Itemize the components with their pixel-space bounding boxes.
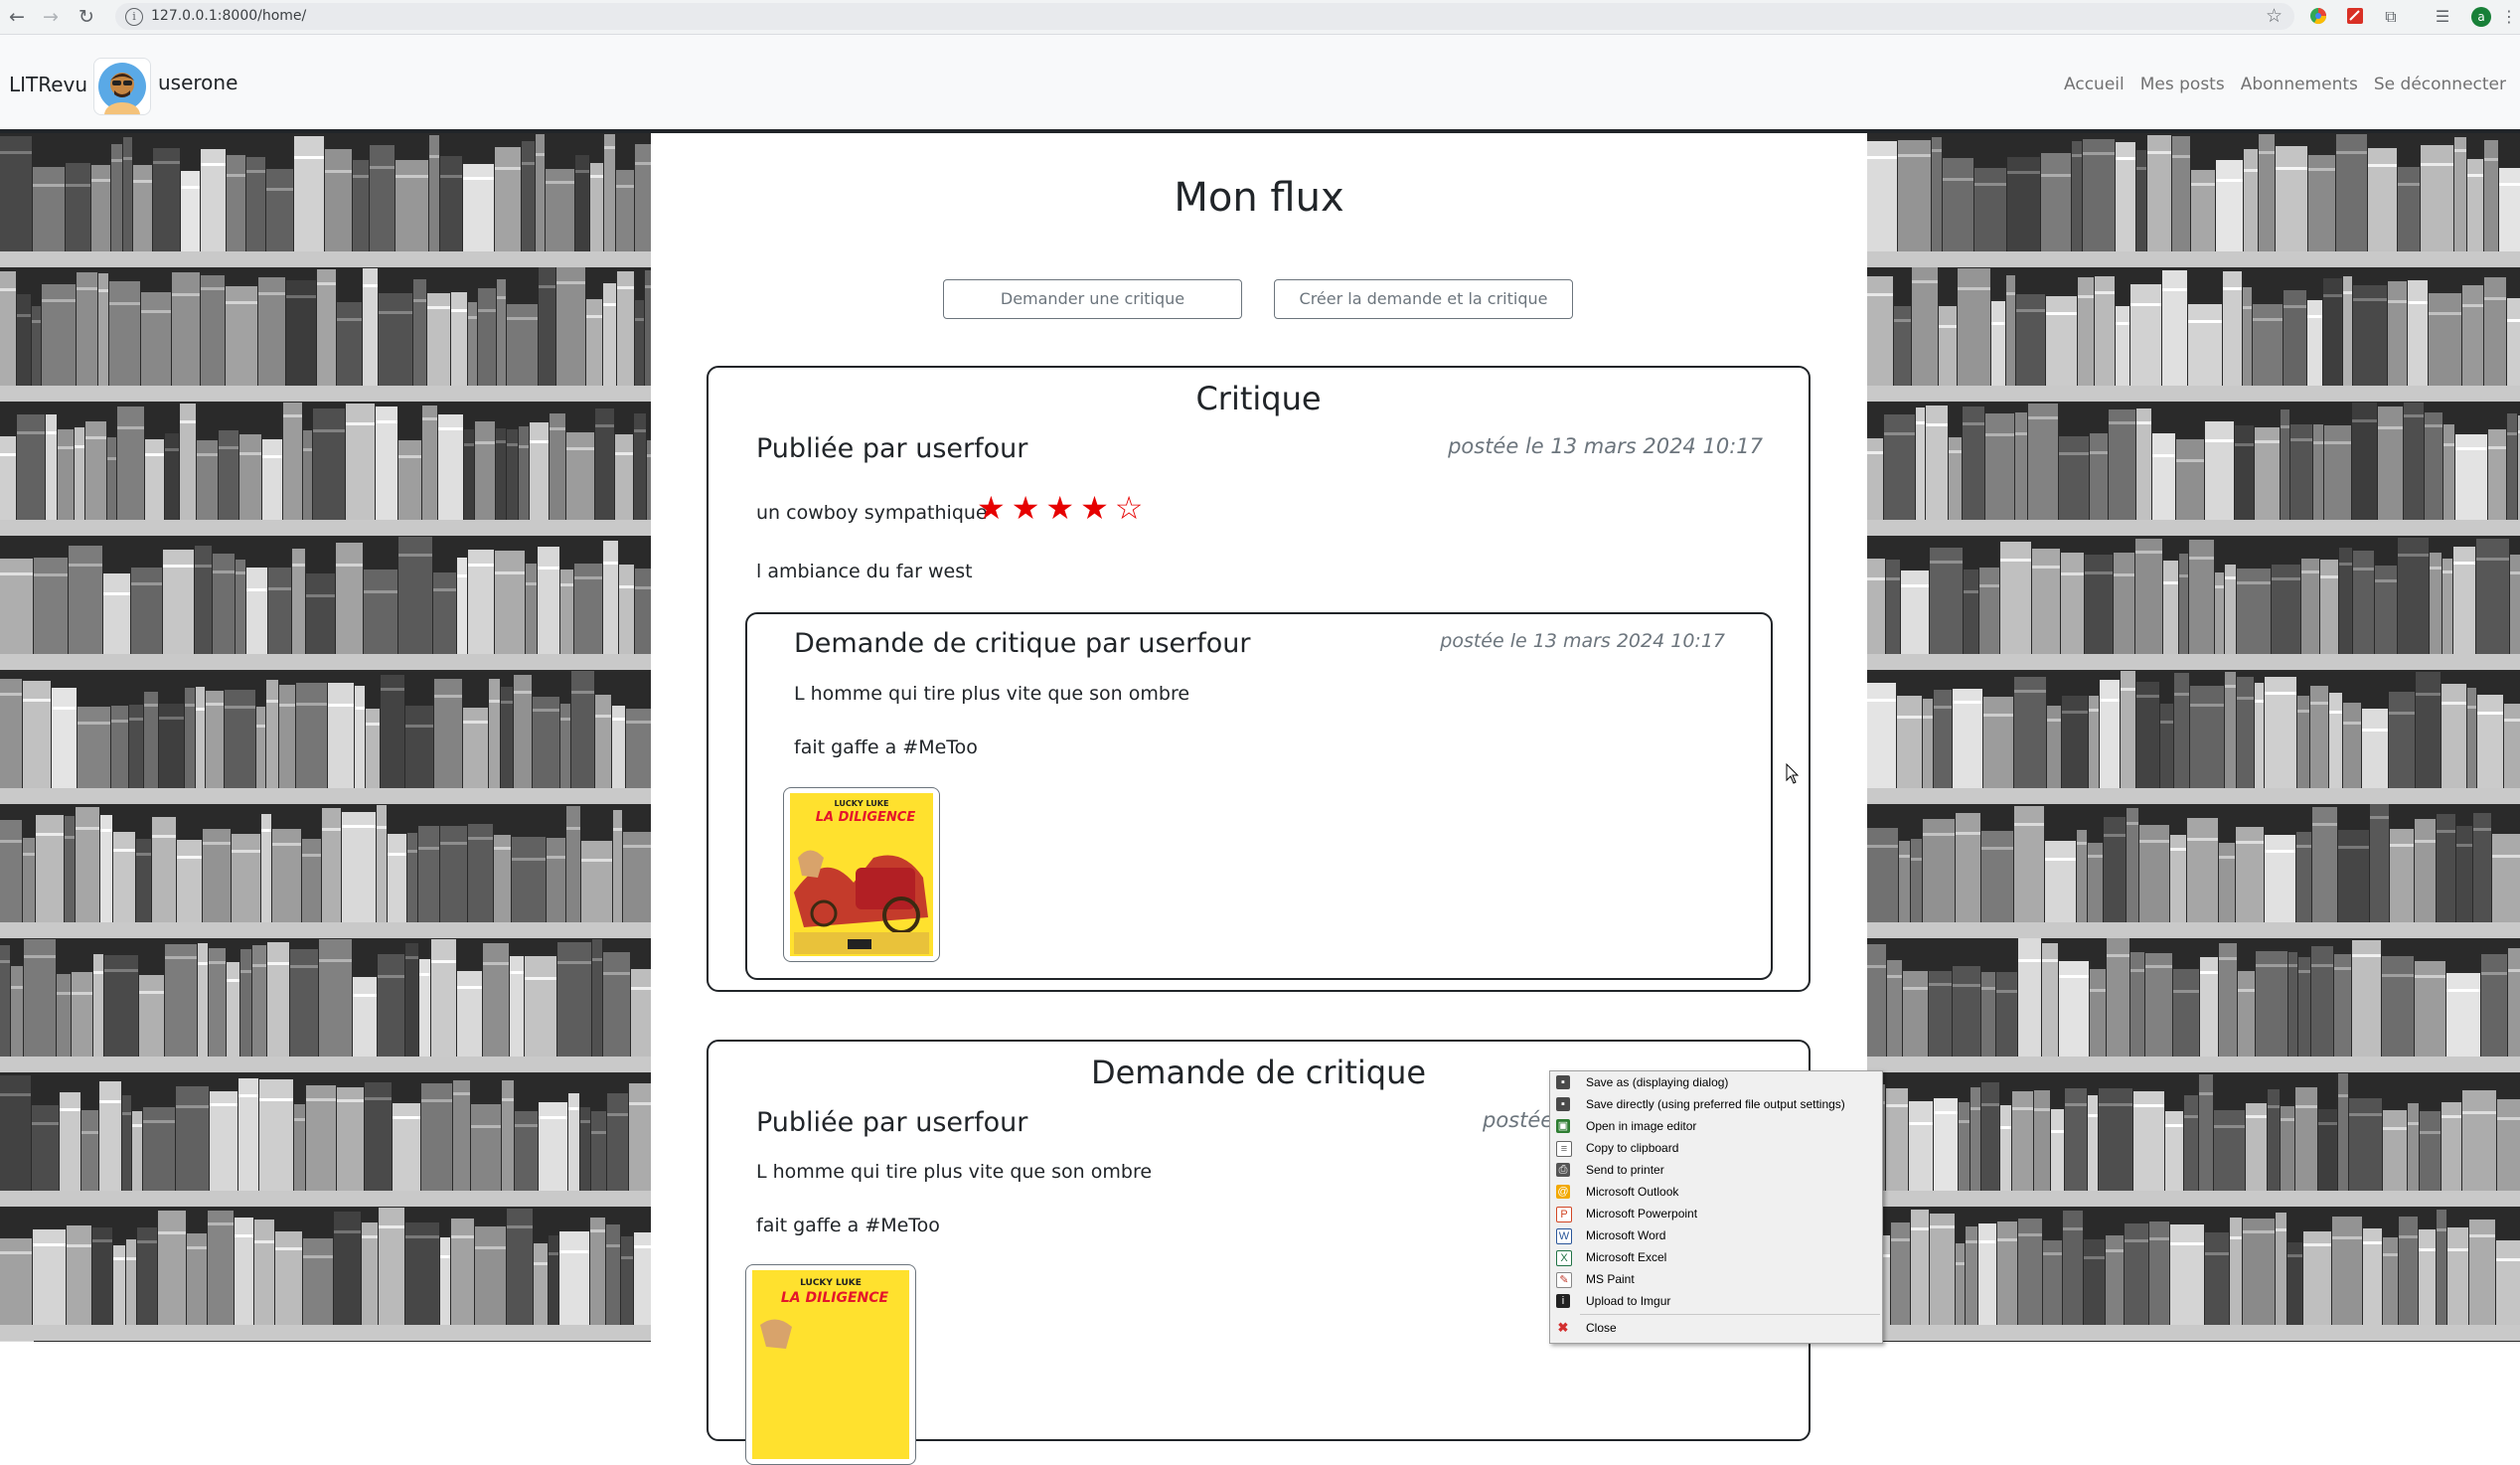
cover-title: LA DILIGENCE — [781, 1290, 889, 1306]
ticket-post-description: fait gaffe a #MeToo — [756, 1215, 940, 1236]
review-author: Publiée par userfour — [756, 433, 1028, 464]
review-headline: un cowboy sympathique — [756, 502, 988, 524]
menu-item-excel[interactable]: X Microsoft Excel — [1550, 1246, 1882, 1268]
review-card-title: Critique — [1195, 380, 1322, 417]
menu-item-label: Copy to clipboard — [1586, 1141, 1679, 1155]
menu-item-label: Save directly (using preferred file outp… — [1586, 1097, 1845, 1111]
menu-item-label: Microsoft Powerpoint — [1586, 1207, 1698, 1221]
powerpoint-icon: P — [1556, 1207, 1572, 1222]
ticket-description: fait gaffe a #MeToo — [794, 736, 978, 758]
imgur-icon: i — [1556, 1294, 1570, 1308]
ticket-card: Demande de critique par userfour postée … — [745, 612, 1773, 980]
review-body: l ambiance du far west — [756, 561, 973, 582]
menu-item-powerpoint[interactable]: P Microsoft Powerpoint — [1550, 1203, 1882, 1224]
profile-initial: a — [2471, 7, 2491, 27]
printer-icon: ⎙ — [1556, 1163, 1570, 1177]
reload-icon[interactable]: ↻ — [74, 4, 99, 30]
extensions-puzzle-icon[interactable]: ⧉ — [2381, 7, 2401, 27]
menu-item-label: Open in image editor — [1586, 1119, 1697, 1133]
ask-review-button[interactable]: Demander une critique — [943, 279, 1242, 319]
forward-arrow-icon[interactable]: → — [38, 4, 64, 30]
image-editor-icon: ▣ — [1556, 1119, 1570, 1133]
floppy-disk-icon: ▪ — [1556, 1075, 1570, 1089]
extension-pdf-icon[interactable] — [2345, 7, 2365, 27]
menu-item-copy-clipboard[interactable]: ≡ Copy to clipboard — [1550, 1137, 1882, 1159]
cover-series: LUCKY LUKE — [800, 1278, 862, 1288]
menu-item-label: Microsoft Outlook — [1586, 1185, 1679, 1199]
cover-series: LUCKY LUKE — [835, 799, 889, 808]
review-date: postée le 13 mars 2024 10:17 — [1448, 434, 1763, 458]
mouse-cursor-icon — [1786, 763, 1800, 784]
bookshelf-background-right — [1867, 133, 2520, 1342]
brand-link[interactable]: LITRevu — [9, 73, 87, 96]
ticket-post-cover-image: LUCKY LUKE LA DILIGENCE — [745, 1264, 916, 1465]
address-url[interactable]: 127.0.0.1:8000/home/ — [151, 8, 306, 24]
cover-title: LA DILIGENCE — [816, 810, 916, 825]
menu-item-label: Send to printer — [1586, 1163, 1664, 1177]
paint-icon: ✎ — [1556, 1272, 1572, 1288]
menu-item-outlook[interactable]: @ Microsoft Outlook — [1550, 1181, 1882, 1203]
ticket-post-author: Publiée par userfour — [756, 1107, 1028, 1138]
outlook-icon: @ — [1556, 1185, 1570, 1199]
menu-item-send-printer[interactable]: ⎙ Send to printer — [1550, 1159, 1882, 1181]
nav-link-logout[interactable]: Se déconnecter — [2374, 75, 2506, 94]
menu-item-label: Upload to Imgur — [1586, 1294, 1671, 1308]
ticket-author: Demande de critique par userfour — [794, 628, 1251, 659]
nav-link-abonnements[interactable]: Abonnements — [2241, 75, 2358, 94]
browser-menu-icon[interactable]: ⋮ — [2499, 7, 2519, 27]
browser-toolbar: ← → ↻ i 127.0.0.1:8000/home/ ☆ ⧉ ☰ a ⋮ — [0, 0, 2520, 35]
menu-item-save-as[interactable]: ▪ Save as (displaying dialog) — [1550, 1071, 1882, 1093]
site-info-icon[interactable]: i — [125, 8, 143, 26]
word-icon: W — [1556, 1228, 1572, 1244]
clipboard-icon: ≡ — [1556, 1141, 1572, 1157]
username-label: userone — [158, 71, 238, 94]
ticket-post-book-title: L homme qui tire plus vite que son ombre — [756, 1161, 1153, 1183]
bookshelf-background-left — [0, 133, 651, 1342]
book-cover-art-icon: LUCKY LUKE LA DILIGENCE — [752, 1270, 909, 1459]
address-bar[interactable]: i 127.0.0.1:8000/home/ ☆ — [115, 3, 2294, 30]
main-nav: Accueil Mes posts Abonnements Se déconne… — [2064, 75, 2506, 94]
menu-separator — [1580, 1314, 1880, 1315]
menu-item-label: Close — [1586, 1321, 1617, 1335]
book-cover-image: LUCKY LUKE LA DILIGENCE — [783, 787, 940, 962]
screenshot-context-menu: ▪ Save as (displaying dialog) ▪ Save direc… — [1549, 1070, 1883, 1344]
page-title: Mon flux — [1174, 175, 1344, 221]
menu-item-save-directly[interactable]: ▪ Save directly (using preferred file out… — [1550, 1093, 1882, 1115]
menu-item-open-editor[interactable]: ▣ Open in image editor — [1550, 1115, 1882, 1137]
excel-icon: X — [1556, 1250, 1572, 1266]
nav-link-mes-posts[interactable]: Mes posts — [2140, 75, 2225, 94]
user-avatar — [93, 58, 151, 115]
site-navbar: LITRevu userone Accueil Mes posts Abonne… — [0, 35, 2520, 133]
ticket-book-title: L homme qui tire plus vite que son ombre — [794, 683, 1190, 705]
menu-item-label: Microsoft Excel — [1586, 1250, 1667, 1264]
back-arrow-icon[interactable]: ← — [4, 4, 30, 30]
rating-stars: ★★★★☆ — [977, 489, 1150, 527]
ticket-date: postée le 13 mars 2024 10:17 — [1440, 630, 1725, 652]
close-x-icon: ✖ — [1557, 1320, 1569, 1335]
menu-item-label: MS Paint — [1586, 1272, 1635, 1286]
book-cover-art-icon: LUCKY LUKE LA DILIGENCE — [790, 793, 933, 956]
bookmark-star-icon[interactable]: ☆ — [2266, 5, 2283, 27]
ticket-post-date: postée — [1483, 1108, 1554, 1132]
menu-item-label: Microsoft Word — [1586, 1228, 1666, 1242]
menu-item-ms-paint[interactable]: ✎ MS Paint — [1550, 1268, 1882, 1290]
review-card: Critique Publiée par userfour postée le … — [707, 366, 1811, 992]
nav-link-accueil[interactable]: Accueil — [2064, 75, 2125, 94]
floppy-disk-icon: ▪ — [1556, 1097, 1570, 1111]
menu-item-word[interactable]: W Microsoft Word — [1550, 1224, 1882, 1246]
menu-item-imgur[interactable]: i Upload to Imgur — [1550, 1290, 1882, 1312]
create-ticket-and-review-button[interactable]: Créer la demande et la critique — [1274, 279, 1573, 319]
extension-color-icon[interactable] — [2308, 7, 2328, 27]
reading-list-icon[interactable]: ☰ — [2433, 7, 2452, 27]
menu-item-close[interactable]: ✖ Close — [1550, 1317, 1882, 1339]
menu-item-label: Save as (displaying dialog) — [1586, 1075, 1729, 1089]
avatar-illustration-icon — [98, 63, 146, 114]
profile-avatar-icon[interactable]: a — [2471, 7, 2491, 27]
